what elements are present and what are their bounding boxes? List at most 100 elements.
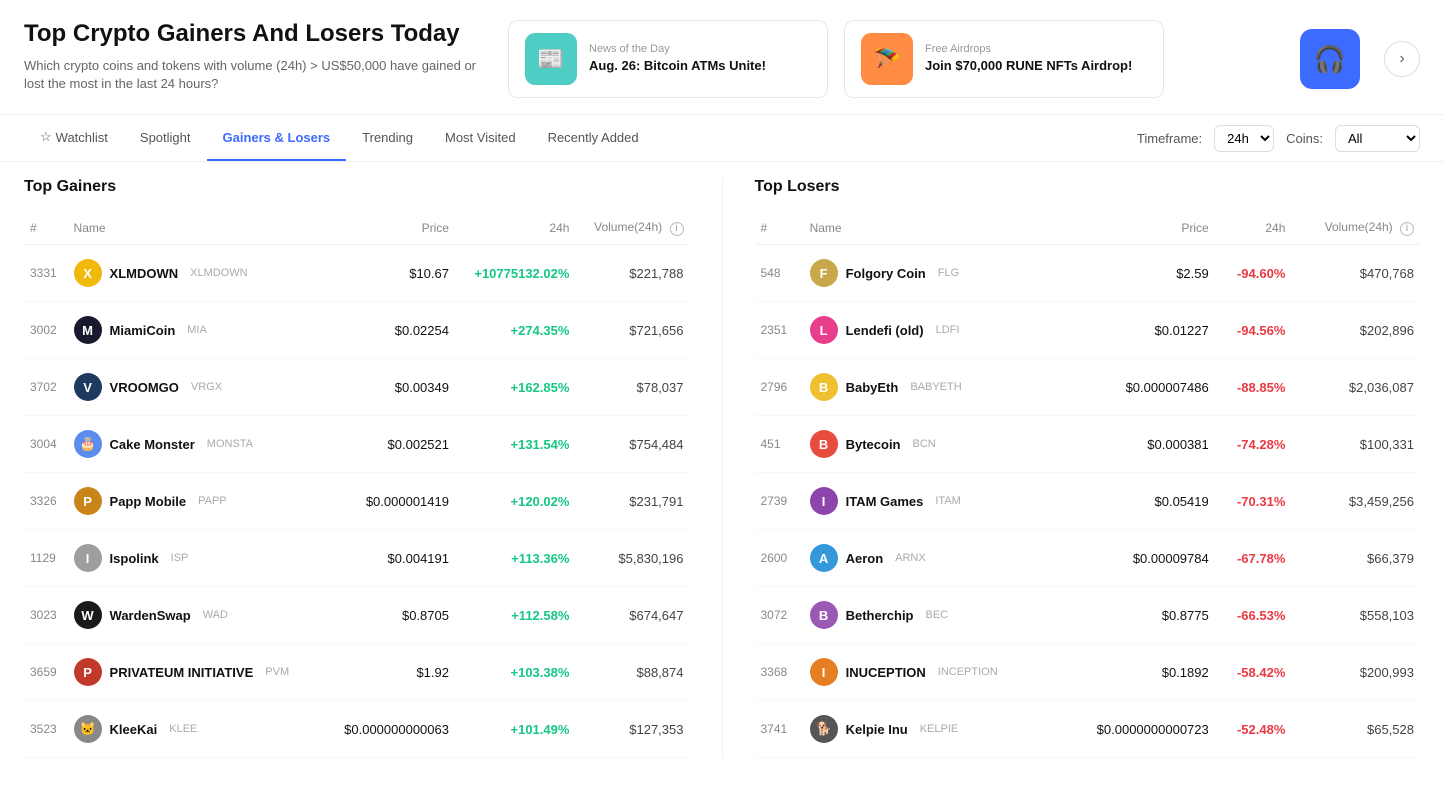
table-row[interactable]: 2351 L Lendefi (old) LDFI $0.01227-94.56… [755,302,1421,359]
news-card-news2[interactable]: 🪂 Free Airdrops Join $70,000 RUNE NFTs A… [844,20,1164,98]
nav-item-recently-added[interactable]: Recently Added [532,115,655,161]
volume-cell: $78,037 [575,359,689,416]
name-cell[interactable]: B BabyEth BABYETH [804,359,1058,416]
name-cell[interactable]: 🎂 Cake Monster MONSTA [68,416,324,473]
coin-logo: X [74,259,102,287]
coin-logo: B [810,373,838,401]
table-row[interactable]: 3002 M MiamiCoin MIA $0.02254+274.35%$72… [24,302,690,359]
promo-card[interactable]: 🎧 [1300,29,1360,89]
table-row[interactable]: 2796 B BabyEth BABYETH $0.000007486-88.8… [755,359,1421,416]
table-row[interactable]: 3331 X XLMDOWN XLMDOWN $10.67+10775132.0… [24,245,690,302]
change-cell: -70.31% [1215,473,1292,530]
volume-cell: $221,788 [575,245,689,302]
name-cell[interactable]: F Folgory Coin FLG [804,245,1058,302]
coin-symbol: MONSTA [207,438,253,450]
table-row[interactable]: 451 B Bytecoin BCN $0.000381-74.28%$100,… [755,416,1421,473]
table-row[interactable]: 3004 🎂 Cake Monster MONSTA $0.002521+131… [24,416,690,473]
name-cell[interactable]: B Betherchip BEC [804,587,1058,644]
timeframe-select[interactable]: 24h 7d 30d [1214,125,1274,152]
rank-cell: 3023 [24,587,68,644]
table-row[interactable]: 3702 V VROOMGO VRGX $0.00349+162.85%$78,… [24,359,690,416]
nav-controls: Timeframe: 24h 7d 30d Coins: All Top 100 [1137,125,1420,152]
table-row[interactable]: 2739 I ITAM Games ITAM $0.05419-70.31%$3… [755,473,1421,530]
table-row[interactable]: 1129 I Ispolink ISP $0.004191+113.36%$5,… [24,530,690,587]
coin-symbol: KLEE [169,723,197,735]
price-cell: $0.000007486 [1057,359,1214,416]
coin-symbol: VRGX [191,381,222,393]
price-cell: $0.000000000063 [324,701,455,758]
name-cell[interactable]: V VROOMGO VRGX [68,359,324,416]
price-cell: $0.000001419 [324,473,455,530]
name-cell[interactable]: B Bytecoin BCN [804,416,1058,473]
coin-name: PRIVATEUM INITIATIVE [110,665,254,680]
volume-info-icon[interactable]: i [670,222,684,236]
rank-cell: 2351 [755,302,804,359]
coin-logo: B [810,601,838,629]
coin-logo: V [74,373,102,401]
change-cell: +131.54% [455,416,575,473]
nav-item-most-visited[interactable]: Most Visited [429,115,532,161]
name-cell[interactable]: L Lendefi (old) LDFI [804,302,1058,359]
nav-item-gainers-losers[interactable]: Gainers & Losers [207,115,347,161]
volume-cell: $470,768 [1291,245,1420,302]
table-row[interactable]: 3326 P Papp Mobile PAPP $0.000001419+120… [24,473,690,530]
table-row[interactable]: 3023 W WardenSwap WAD $0.8705+112.58%$67… [24,587,690,644]
price-cell: $0.01227 [1057,302,1214,359]
news-card-news1[interactable]: 📰 News of the Day Aug. 26: Bitcoin ATMs … [508,20,828,98]
table-row[interactable]: 3659 P PRIVATEUM INITIATIVE PVM $1.92+10… [24,644,690,701]
rank-cell: 3659 [24,644,68,701]
more-button[interactable]: › [1384,41,1420,77]
coin-logo: 🎂 [74,430,102,458]
name-cell[interactable]: W WardenSwap WAD [68,587,324,644]
rank-cell: 3368 [755,644,804,701]
losers-table: #NamePrice24hVolume(24h) i 548 F Folgory… [755,212,1421,758]
volume-cell: $558,103 [1291,587,1420,644]
rank-cell: 548 [755,245,804,302]
nav-bar: ☆WatchlistSpotlightGainers & LosersTrend… [0,115,1444,162]
change-cell: +103.38% [455,644,575,701]
name-cell[interactable]: P Papp Mobile PAPP [68,473,324,530]
name-cell[interactable]: 🐕 Kelpie Inu KELPIE [804,701,1058,758]
name-cell[interactable]: I Ispolink ISP [68,530,324,587]
price-cell: $0.02254 [324,302,455,359]
coin-name: VROOMGO [110,380,179,395]
table-row[interactable]: 3072 B Betherchip BEC $0.8775-66.53%$558… [755,587,1421,644]
col-header--: # [24,212,68,245]
change-cell: +101.49% [455,701,575,758]
title-block: Top Crypto Gainers And Losers Today Whic… [24,20,484,93]
name-cell[interactable]: I ITAM Games ITAM [804,473,1058,530]
col-header--: # [755,212,804,245]
table-row[interactable]: 3741 🐕 Kelpie Inu KELPIE $0.000000000072… [755,701,1421,758]
change-cell: +120.02% [455,473,575,530]
name-cell[interactable]: M MiamiCoin MIA [68,302,324,359]
col-header-name: Name [804,212,1058,245]
rank-cell: 451 [755,416,804,473]
volume-cell: $754,484 [575,416,689,473]
table-row[interactable]: 548 F Folgory Coin FLG $2.59-94.60%$470,… [755,245,1421,302]
table-row[interactable]: 3368 I INUCEPTION INCEPTION $0.1892-58.4… [755,644,1421,701]
coin-logo: M [74,316,102,344]
coin-name: Ispolink [110,551,159,566]
name-cell[interactable]: P PRIVATEUM INITIATIVE PVM [68,644,324,701]
table-row[interactable]: 3523 🐱 KleeKai KLEE $0.000000000063+101.… [24,701,690,758]
coin-name: Bytecoin [846,437,901,452]
table-row[interactable]: 2600 A Aeron ARNX $0.00009784-67.78%$66,… [755,530,1421,587]
coin-name: INUCEPTION [846,665,926,680]
col-header-24h: 24h [455,212,575,245]
name-cell[interactable]: X XLMDOWN XLMDOWN [68,245,324,302]
name-cell[interactable]: 🐱 KleeKai KLEE [68,701,324,758]
coin-symbol: KELPIE [920,723,959,735]
losers-section: Top Losers #NamePrice24hVolume(24h) i 54… [755,178,1421,758]
nav-item-watchlist[interactable]: ☆Watchlist [24,115,124,161]
news-icon-news2: 🪂 [861,33,913,85]
coin-name: Kelpie Inu [846,722,908,737]
volume-info-icon[interactable]: i [1400,222,1414,236]
nav-item-spotlight[interactable]: Spotlight [124,115,207,161]
rank-cell: 3002 [24,302,68,359]
news-title-news2: Join $70,000 RUNE NFTs Airdrop! [925,58,1132,75]
coins-select[interactable]: All Top 100 [1335,125,1420,152]
nav-item-trending[interactable]: Trending [346,115,429,161]
name-cell[interactable]: I INUCEPTION INCEPTION [804,644,1058,701]
price-cell: $0.00009784 [1057,530,1214,587]
name-cell[interactable]: A Aeron ARNX [804,530,1058,587]
